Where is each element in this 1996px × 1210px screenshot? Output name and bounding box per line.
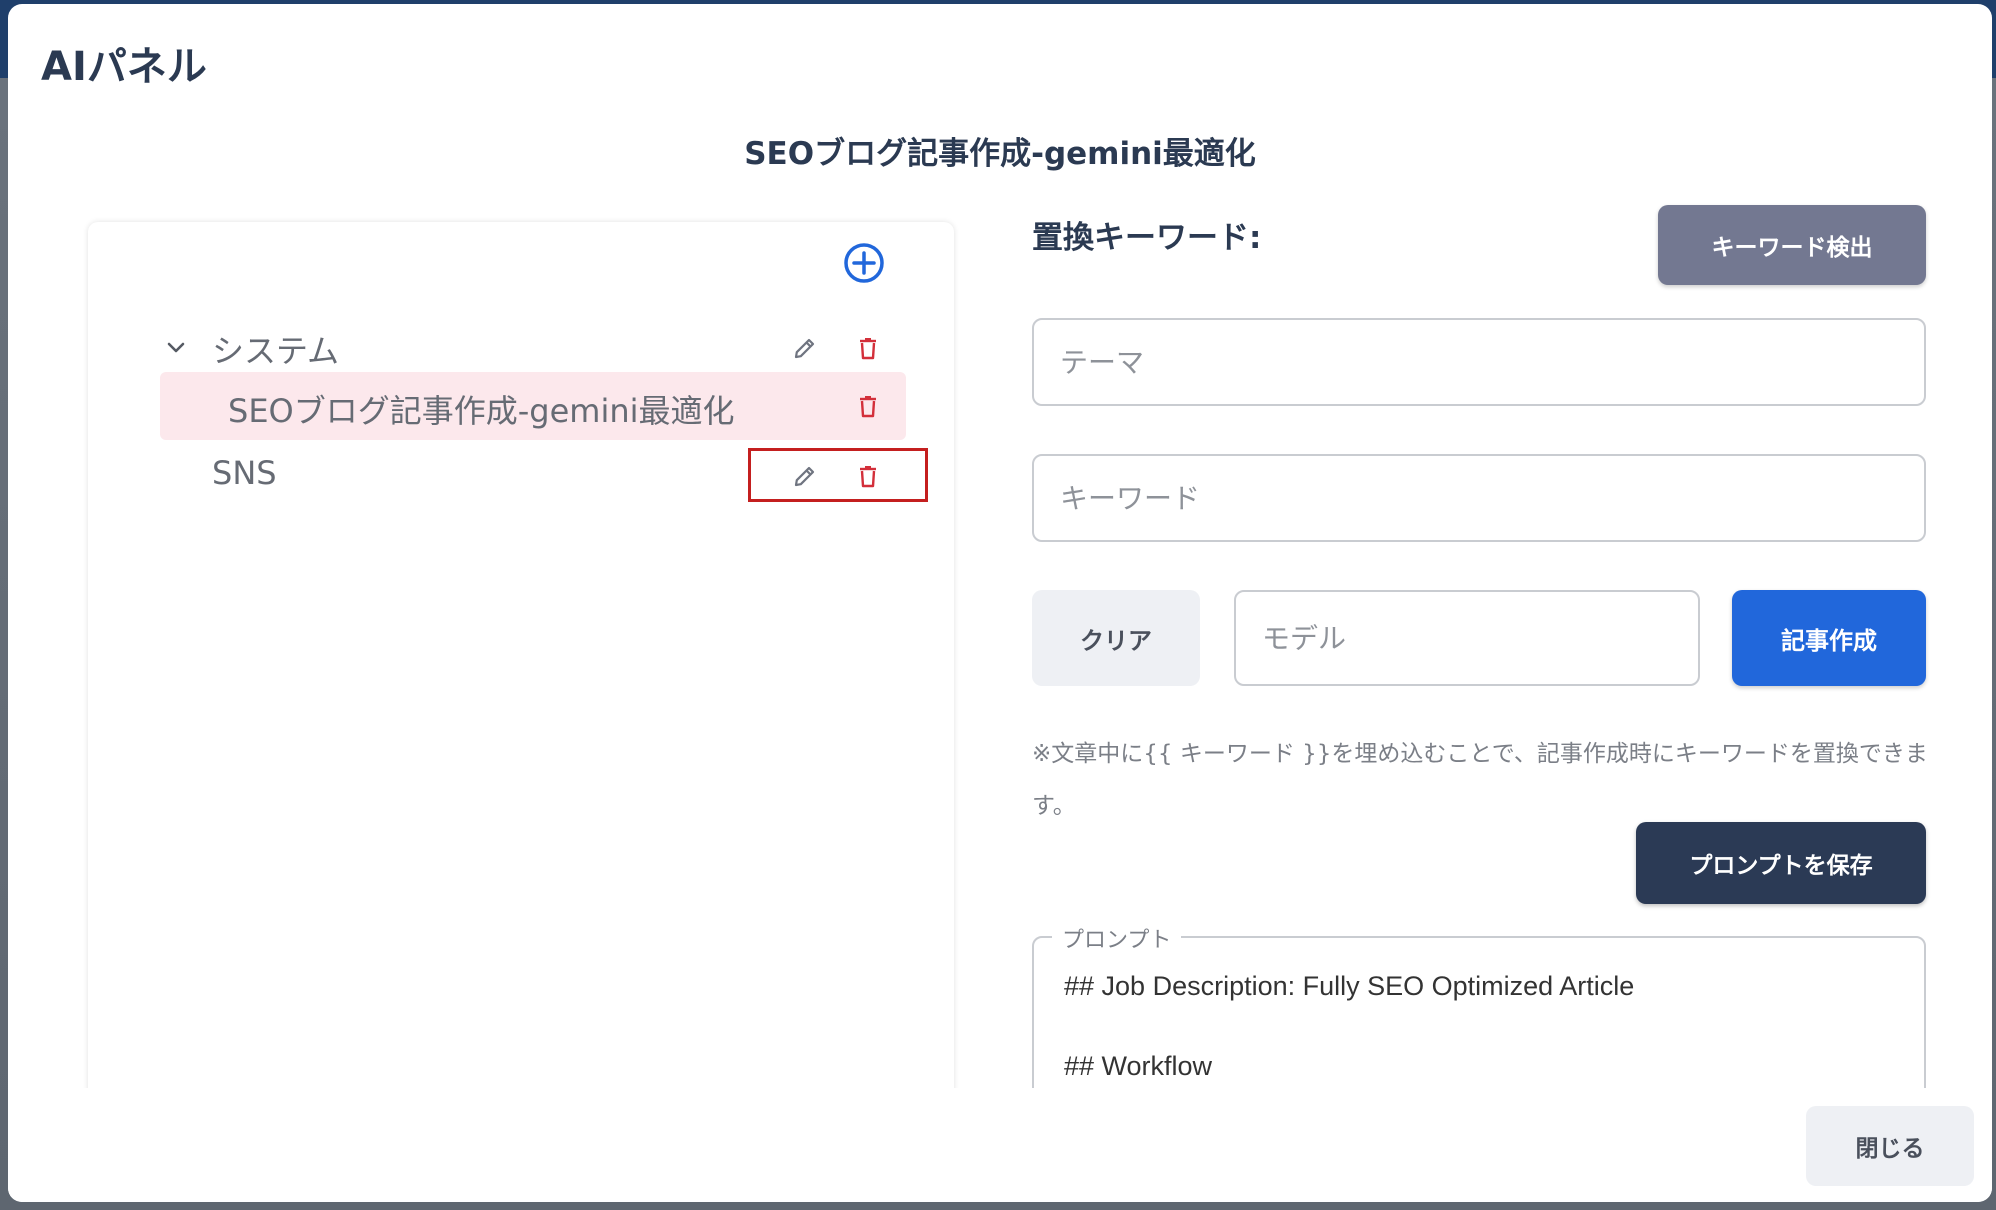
delete-group-button[interactable] — [852, 332, 884, 364]
prompt-legend: プロンプト — [1052, 922, 1182, 954]
close-button[interactable]: 閉じる — [1806, 1106, 1974, 1186]
trash-icon — [860, 396, 876, 418]
prompt-tree-panel: システム SEOブログ記事作成-gemini最適化 SNS — [88, 222, 954, 1202]
detect-keywords-button[interactable]: キーワード検出 — [1658, 205, 1926, 285]
trash-icon — [860, 338, 876, 360]
chevron-down-icon[interactable] — [160, 332, 192, 364]
pencil-icon — [794, 338, 815, 359]
dialog-title: AIパネル — [41, 44, 207, 90]
dialog-footer — [8, 1088, 1992, 1202]
tree-group-label: SNS — [212, 454, 277, 492]
add-prompt-button[interactable] — [843, 242, 885, 284]
edit-group-button[interactable] — [789, 332, 821, 364]
tree-item-seo-blog[interactable]: SEOブログ記事作成-gemini最適化 — [160, 372, 906, 438]
highlight-annotation-box — [748, 448, 928, 502]
prompt-heading: SEOブログ記事作成-gemini最適化 — [744, 136, 1256, 172]
keyword-input[interactable] — [1032, 454, 1926, 542]
save-prompt-button[interactable]: プロンプトを保存 — [1636, 822, 1926, 904]
theme-input[interactable] — [1032, 318, 1926, 406]
replace-keywords-label: 置換キーワード: — [1032, 220, 1262, 256]
clear-button[interactable]: クリア — [1032, 590, 1200, 686]
create-article-button[interactable]: 記事作成 — [1732, 590, 1926, 686]
plus-circle-icon — [844, 243, 884, 283]
delete-item-button[interactable] — [852, 390, 884, 422]
tree-group-label: システム — [212, 332, 340, 370]
replace-note: ※文章中に{{ キーワード }}を埋め込むことで、記事作成時にキーワードを置換で… — [1032, 741, 1928, 819]
tree-group-system[interactable]: システム — [88, 314, 954, 380]
ai-panel-dialog: AIパネル SEOブログ記事作成-gemini最適化 システム SEOブログ記事… — [8, 4, 1992, 1202]
tree-item-label: SEOブログ記事作成-gemini最適化 — [228, 392, 735, 430]
model-select[interactable] — [1234, 590, 1700, 686]
